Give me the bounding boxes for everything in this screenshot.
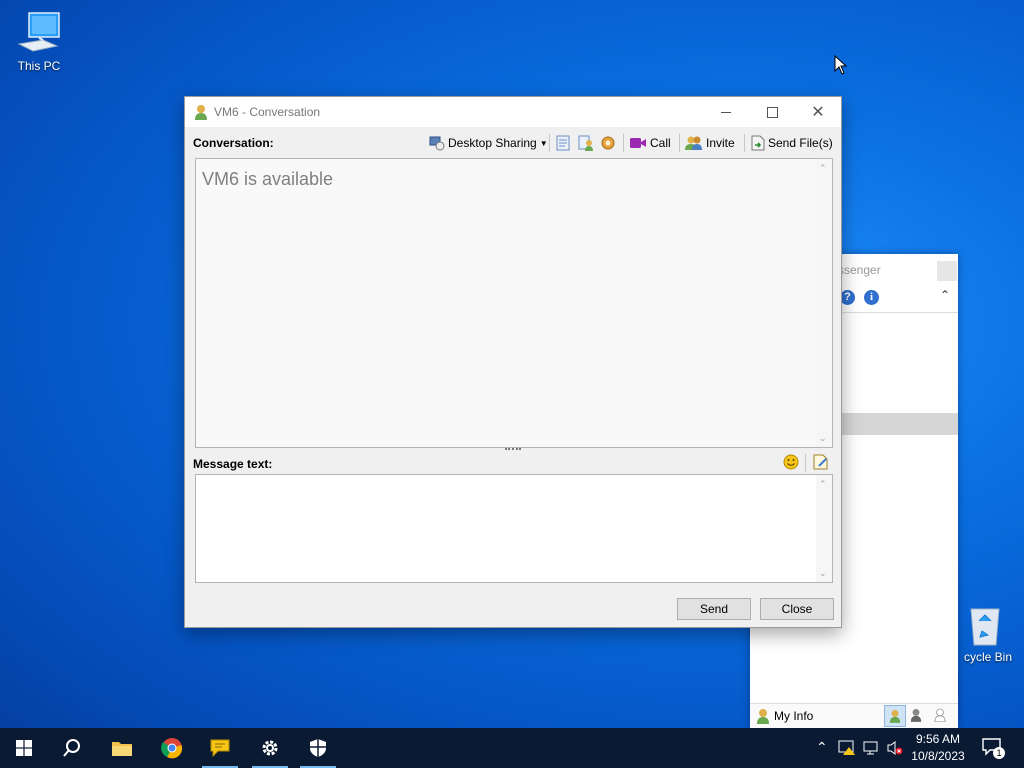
pane-splitter[interactable]	[505, 448, 521, 456]
toolbar-separator	[623, 134, 624, 152]
send-files-label: Send File(s)	[768, 136, 833, 150]
message-input[interactable]: ⌃ ⌄	[195, 474, 833, 583]
search-button[interactable]	[48, 728, 96, 768]
message-scrollbar[interactable]: ⌃ ⌄	[816, 475, 832, 582]
collapse-icon[interactable]: ⌃	[940, 288, 950, 302]
emoticon-button[interactable]	[783, 454, 799, 473]
help-icon[interactable]: ?	[840, 290, 855, 305]
call-button[interactable]: Call	[629, 133, 671, 153]
desktop-sharing-button[interactable]: Desktop Sharing ▼	[429, 133, 548, 153]
file-explorer-button[interactable]	[98, 728, 146, 768]
dropdown-arrow-icon: ▼	[539, 138, 548, 148]
shield-icon	[310, 739, 326, 757]
call-label: Call	[650, 136, 671, 150]
video-call-icon	[630, 138, 646, 148]
contact-info-button[interactable]	[578, 133, 594, 153]
toolbar-separator	[679, 134, 680, 152]
messenger-footer: My Info	[750, 703, 958, 729]
history-button[interactable]	[556, 133, 570, 153]
conversation-window[interactable]: VM6 - Conversation ✕ Conversation: Deskt…	[184, 96, 842, 628]
invite-button[interactable]: Invite	[685, 133, 735, 153]
my-info-button[interactable]: My Info	[756, 708, 813, 724]
security-taskbar-button[interactable]	[294, 728, 342, 768]
desktop-icon-this-pc[interactable]: This PC	[7, 10, 71, 73]
windows-logo-icon	[16, 740, 32, 756]
contact-info-icon	[578, 135, 593, 151]
title-bar[interactable]: VM6 - Conversation ✕	[185, 97, 841, 127]
network-icon[interactable]	[862, 740, 880, 759]
settings-taskbar-button[interactable]	[246, 728, 294, 768]
conversation-label: Conversation:	[193, 136, 274, 150]
conversation-history[interactable]: VM6 is available ⌃ ⌄	[195, 158, 833, 448]
warning-icon[interactable]	[838, 740, 856, 759]
messenger-close-button[interactable]	[937, 261, 957, 281]
user-icon	[195, 105, 207, 120]
tray-overflow-icon[interactable]: ⌃	[816, 739, 828, 756]
history-icon	[556, 135, 570, 151]
chrome-button[interactable]	[148, 728, 196, 768]
invite-users-icon	[685, 136, 702, 150]
search-icon	[63, 739, 80, 757]
computer-icon	[17, 12, 60, 52]
invite-label: Invite	[706, 136, 735, 150]
taskbar: ⌃ 9:56 AM 10/8/2023 1	[0, 728, 1024, 768]
toolbar-separator	[805, 454, 806, 472]
send-file-icon	[751, 135, 765, 151]
toolbar-separator	[744, 134, 745, 152]
smiley-icon	[783, 454, 799, 470]
my-info-label: My Info	[774, 709, 814, 723]
mouse-cursor-icon	[834, 55, 848, 75]
recycle-bin-icon	[970, 608, 1000, 646]
scroll-down-icon[interactable]: ⌄	[819, 433, 827, 444]
edit-note-icon	[813, 454, 828, 470]
chat-bubble-icon	[210, 739, 230, 758]
status-offline-icon[interactable]	[934, 708, 946, 725]
scroll-down-icon[interactable]: ⌄	[819, 568, 827, 579]
window-title: VM6 - Conversation	[214, 105, 321, 119]
minimize-button[interactable]	[703, 97, 749, 127]
desktop-sharing-label: Desktop Sharing	[448, 136, 537, 150]
status-online-icon[interactable]	[884, 705, 906, 727]
settings-icon	[601, 136, 615, 150]
clock-time: 9:56 AM	[915, 732, 961, 746]
close-conversation-button[interactable]: Close	[760, 598, 834, 620]
send-button[interactable]: Send	[677, 598, 751, 620]
desktop-icon-label: This PC	[17, 59, 61, 73]
system-clock[interactable]: 9:56 AM 10/8/2023	[900, 731, 976, 765]
desktop-sharing-icon	[429, 136, 445, 151]
desktop-icon-label: cycle Bin	[963, 650, 1013, 664]
status-message: VM6 is available	[202, 169, 334, 189]
chrome-icon	[161, 738, 183, 759]
notification-center-button[interactable]: 1	[982, 738, 1005, 759]
status-busy-icon[interactable]	[910, 708, 922, 725]
scroll-up-icon[interactable]: ⌃	[819, 479, 827, 490]
folder-icon	[112, 742, 132, 756]
format-text-button[interactable]	[813, 454, 829, 473]
history-scrollbar[interactable]: ⌃ ⌄	[816, 159, 832, 447]
info-icon[interactable]: i	[864, 290, 879, 305]
toolbar-separator	[549, 134, 550, 152]
user-icon	[757, 709, 769, 724]
message-text-label: Message text:	[193, 457, 273, 471]
desktop-icon-recycle-bin[interactable]: cycle Bin	[952, 603, 1024, 664]
notification-count-badge: 1	[993, 747, 1005, 759]
clock-date: 10/8/2023	[911, 749, 965, 763]
messenger-title: ssenger	[838, 263, 881, 277]
settings-button[interactable]	[600, 133, 616, 153]
gear-icon	[262, 740, 278, 756]
send-files-button[interactable]: Send File(s)	[751, 133, 833, 153]
close-button[interactable]: ✕	[795, 97, 841, 127]
maximize-button[interactable]	[749, 97, 795, 127]
start-button[interactable]	[0, 728, 48, 768]
messenger-taskbar-button[interactable]	[196, 728, 244, 768]
scroll-up-icon[interactable]: ⌃	[819, 163, 827, 174]
